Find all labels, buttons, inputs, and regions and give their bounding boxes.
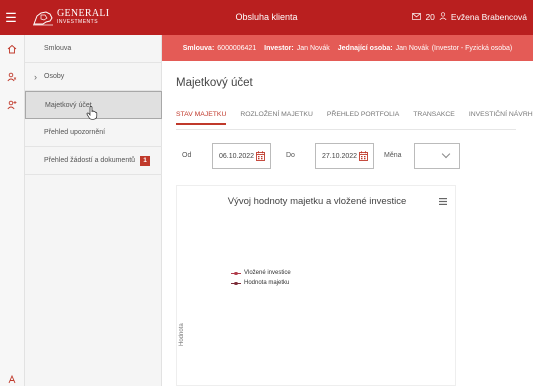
date-filters: Od 06.10.2022 Do 27.10.2022 Měna — [182, 143, 512, 169]
tabs-divider — [176, 129, 516, 130]
tab-portfolio-overview[interactable]: PŘEHLED PORTFOLIA — [327, 111, 399, 125]
messages-count[interactable]: 20 — [425, 12, 434, 22]
to-label: Do — [286, 152, 295, 159]
legend-item-invested[interactable]: Vložené investice — [231, 268, 291, 278]
sidebar-item-notifications[interactable]: Přehled upozornění — [25, 119, 162, 147]
chart-legend: Vložené investice Hodnota majetku — [231, 268, 291, 288]
top-bar: ☰ GENERALI INVESTMENTS Obsluha klienta 2… — [0, 0, 533, 35]
from-date-input[interactable]: 06.10.2022 — [212, 143, 271, 169]
icon-rail — [0, 35, 25, 386]
calendar-icon[interactable] — [256, 151, 265, 161]
user-name[interactable]: Evžena Brabencová — [451, 12, 527, 22]
calendar-icon[interactable] — [359, 151, 368, 161]
sidebar-item-label: Osoby — [44, 73, 65, 80]
sidebar-item-label: Přehled upozornění — [44, 129, 106, 136]
legend-swatch — [231, 271, 241, 275]
tab-asset-status[interactable]: STAV MAJETKU — [176, 111, 227, 125]
add-person-icon[interactable] — [0, 94, 24, 116]
from-date-value: 06.10.2022 — [219, 153, 255, 160]
client-info-strip: Smlouva: 6000006421 Investor: Jan Novák … — [162, 35, 533, 61]
chevron-down-icon — [441, 149, 451, 159]
tab-bar: STAV MAJETKU ROZLOŽENÍ MAJETKU PŘEHLED P… — [176, 111, 533, 125]
legend-label: Vložené investice — [244, 270, 291, 276]
sidebar-item-persons[interactable]: › Osoby — [25, 63, 162, 91]
requests-count-badge: 1 — [140, 155, 151, 166]
currency-select[interactable] — [414, 143, 460, 169]
to-date-value: 27.10.2022 — [322, 153, 358, 160]
persons-icon[interactable] — [0, 66, 24, 88]
sidebar-item-requests-documents[interactable]: Přehled žádostí a dokumentů 1 — [25, 147, 162, 175]
from-label: Od — [182, 152, 192, 159]
to-date-input[interactable]: 27.10.2022 — [315, 143, 374, 169]
acting-person-label: Jednající osoba: — [337, 44, 393, 52]
sidebar-item-label: Přehled žádostí a dokumentů — [44, 157, 136, 164]
tab-investment-proposals[interactable]: INVESTIČNÍ NÁVRHY — [469, 111, 533, 125]
chart-title: Vývoj hodnoty majetku a vložené investic… — [227, 196, 407, 207]
sidebar: Smlouva › Osoby Majetkový účet Přehled u… — [25, 35, 162, 386]
y-axis-label: Hodnota — [179, 323, 185, 346]
investor-value: Jan Novák — [296, 44, 330, 52]
acting-person-value: Jan Novák — [395, 44, 429, 52]
sidebar-item-contract[interactable]: Smlouva — [25, 35, 162, 63]
user-icon[interactable] — [439, 12, 447, 22]
home-icon[interactable] — [0, 38, 24, 60]
currency-label: Měna — [384, 152, 402, 159]
investor-label: Investor: — [264, 44, 294, 52]
main-content: Majetkový účet STAV MAJETKU ROZLOŽENÍ MA… — [162, 61, 533, 386]
chevron-right-icon: › — [34, 71, 37, 82]
header-right: 20 Evžena Brabencová — [412, 12, 527, 22]
hand-cursor-icon — [86, 106, 98, 120]
legend-label: Hodnota majetku — [244, 280, 290, 286]
asset-value-chart: Vývoj hodnoty majetku a vložené investic… — [176, 185, 456, 386]
sidebar-item-label: Smlouva — [44, 45, 72, 52]
legend-item-asset-value[interactable]: Hodnota majetku — [231, 278, 291, 288]
legend-swatch — [231, 281, 241, 285]
page-title: Majetkový účet — [176, 77, 253, 89]
contract-label: Smlouva: — [182, 44, 215, 52]
mail-icon[interactable] — [412, 12, 422, 22]
tab-transactions[interactable]: TRANSAKCE — [413, 111, 455, 125]
chart-menu-icon[interactable] — [439, 198, 447, 205]
acting-person-role: (Investor - Fyzická osoba) — [431, 44, 513, 52]
bottom-rail-icon[interactable] — [7, 374, 17, 384]
tab-asset-allocation[interactable]: ROZLOŽENÍ MAJETKU — [240, 111, 313, 125]
contract-value: 6000006421 — [217, 44, 257, 52]
sidebar-item-label: Majetkový účet — [45, 101, 92, 109]
